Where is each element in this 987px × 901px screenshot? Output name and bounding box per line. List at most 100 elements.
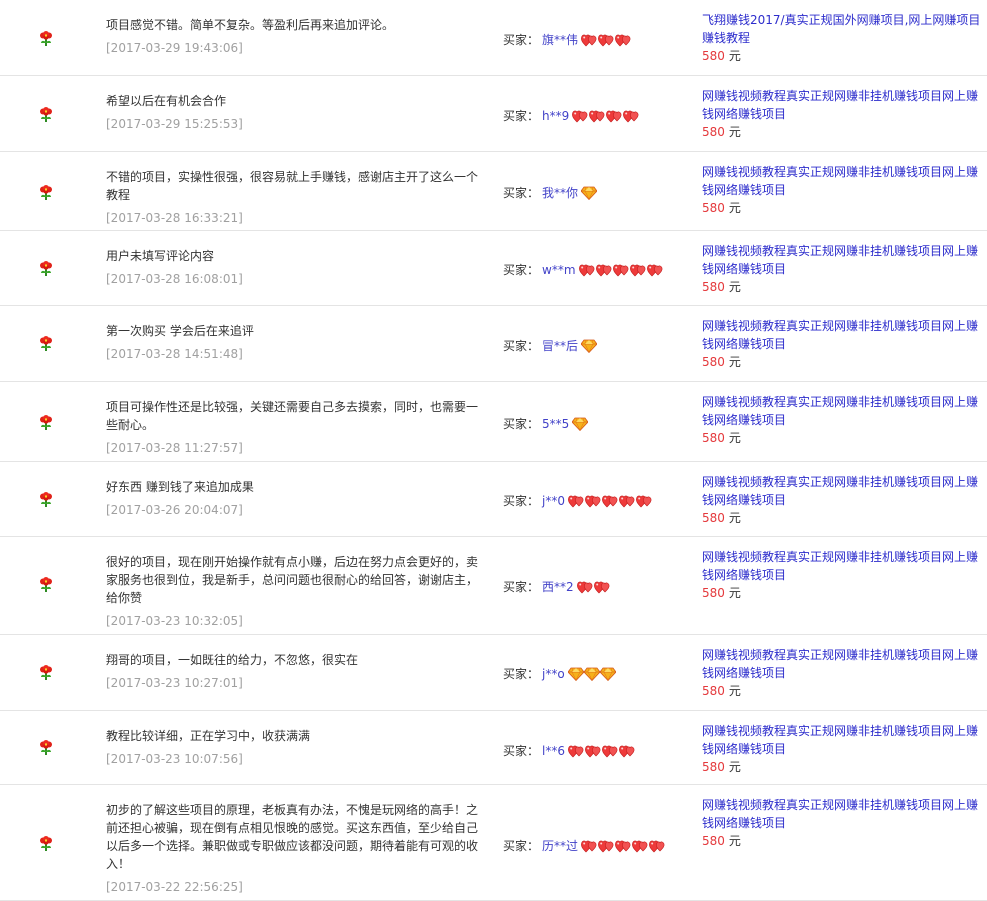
review-row: 初步的了解这些项目的原理，老板真有办法，不愧是玩网络的高手！之前还担心被骗，现在…: [0, 785, 987, 901]
purchased-item: 网赚钱视频教程真实正规网赚非挂机赚钱项目网上赚钱网络赚钱项目 580 元: [702, 242, 982, 296]
buyer-label: 买家：: [503, 494, 540, 508]
item-price: 580 元: [702, 353, 982, 371]
item-price: 580 元: [702, 584, 982, 602]
purchased-item: 网赚钱视频教程真实正规网赚非挂机赚钱项目网上赚钱网络赚钱项目 580 元: [702, 87, 982, 141]
review-date: [2017-03-28 16:08:01]: [106, 272, 243, 286]
price-value: 580: [702, 201, 725, 215]
review-date: [2017-03-29 19:43:06]: [106, 41, 243, 55]
item-title-link[interactable]: 网赚钱视频教程真实正规网赚非挂机赚钱项目网上赚钱网络赚钱项目: [702, 722, 982, 758]
review-comment: 项目可操作性还是比较强，关键还需要自己多去摸索，同时，也需要一些耐心。 [2017…: [106, 398, 486, 457]
red-heart-icon: [585, 495, 601, 507]
review-text: 初步的了解这些项目的原理，老板真有办法，不愧是玩网络的高手！之前还担心被骗，现在…: [106, 803, 479, 871]
item-price: 580 元: [702, 47, 982, 65]
review-text: 好东西 赚到钱了来追加成果: [106, 480, 254, 494]
red-heart-icon: [615, 840, 631, 852]
red-heart-icon: [593, 581, 610, 593]
price-value: 580: [702, 49, 725, 63]
buyer-info: 买家： w**m: [503, 261, 664, 278]
purchased-item: 网赚钱视频教程真实正规网赚非挂机赚钱项目网上赚钱网络赚钱项目 580 元: [702, 548, 982, 602]
item-title-link[interactable]: 网赚钱视频教程真实正规网赚非挂机赚钱项目网上赚钱网络赚钱项目: [702, 242, 982, 278]
review-row: 用户未填写评论内容 [2017-03-28 16:08:01] 买家： w**m 网赚钱…: [0, 231, 987, 306]
price-unit: 元: [728, 511, 741, 525]
red-heart-icon: [619, 495, 635, 507]
price-unit: 元: [728, 125, 741, 139]
red-heart-icon: [636, 495, 652, 507]
review-comment: 翔哥的项目，一如既往的给力，不忽悠，很实在 [2017-03-23 10:27:0…: [106, 651, 486, 692]
buyer-label: 买家：: [503, 744, 540, 758]
price-unit: 元: [728, 355, 741, 369]
buyer-label: 买家：: [503, 417, 540, 431]
item-price: 580 元: [702, 758, 982, 776]
item-title-link[interactable]: 网赚钱视频教程真实正规网赚非挂机赚钱项目网上赚钱网络赚钱项目: [702, 796, 982, 832]
buyer-name: j**o: [542, 666, 565, 681]
purchased-item: 网赚钱视频教程真实正规网赚非挂机赚钱项目网上赚钱网络赚钱项目 580 元: [702, 317, 982, 371]
purchased-item: 网赚钱视频教程真实正规网赚非挂机赚钱项目网上赚钱网络赚钱项目 580 元: [702, 796, 982, 850]
red-heart-icon: [629, 264, 645, 276]
review-row: 翔哥的项目，一如既往的给力，不忽悠，很实在 [2017-03-23 10:27:0…: [0, 635, 987, 711]
review-row: 不错的项目，实操性很强，很容易就上手赚钱，感谢店主开了这么一个教程 [2017-0…: [0, 152, 987, 231]
purchased-item: 飞翔赚钱2017/真实正规国外网赚项目,网上网赚项目赚钱教程 580 元: [702, 11, 982, 65]
flower-rating-icon: [38, 836, 54, 852]
review-date: [2017-03-23 10:07:56]: [106, 752, 243, 766]
buyer-info: 买家： 旗**伟: [503, 31, 632, 48]
buyer-name: l**6: [542, 743, 565, 758]
item-title-link[interactable]: 网赚钱视频教程真实正规网赚非挂机赚钱项目网上赚钱网络赚钱项目: [702, 87, 982, 123]
red-heart-icon: [615, 34, 631, 46]
review-text: 翔哥的项目，一如既往的给力，不忽悠，很实在: [106, 653, 359, 667]
buyer-name: h**9: [542, 108, 570, 123]
buyer-label: 买家：: [503, 839, 540, 853]
red-heart-icon: [619, 745, 635, 757]
diamond-icon: [567, 667, 584, 681]
item-price: 580 元: [702, 509, 982, 527]
diamond-icon: [599, 667, 616, 681]
review-row: 教程比较详细，正在学习中，收获满满 [2017-03-23 10:07:56] 买家…: [0, 711, 987, 785]
review-text: 教程比较详细，正在学习中，收获满满: [106, 729, 311, 743]
buyer-label: 买家：: [503, 109, 540, 123]
review-row: 希望以后在有机会合作 [2017-03-29 15:25:53] 买家： h**9 网赚…: [0, 76, 987, 152]
price-unit: 元: [728, 760, 741, 774]
red-heart-icon: [623, 110, 639, 122]
review-text: 第一次购买 学会后在来追评: [106, 324, 254, 338]
review-text: 不错的项目，实操性很强，很容易就上手赚钱，感谢店主开了这么一个教程: [106, 170, 479, 202]
buyer-level-badges: [572, 109, 640, 123]
buyer-info: 买家： 我**你: [503, 184, 598, 201]
item-title-link[interactable]: 网赚钱视频教程真实正规网赚非挂机赚钱项目网上赚钱网络赚钱项目: [702, 548, 982, 584]
buyer-info: 买家： 5**5: [503, 415, 589, 432]
review-text: 用户未填写评论内容: [106, 249, 215, 263]
buyer-level-badges: [568, 494, 653, 508]
red-heart-icon: [602, 495, 618, 507]
buyer-name: 旗**伟: [542, 33, 579, 47]
red-heart-icon: [649, 840, 665, 852]
flower-rating-icon: [38, 492, 54, 508]
item-price: 580 元: [702, 123, 982, 141]
item-title-link[interactable]: 飞翔赚钱2017/真实正规国外网赚项目,网上网赚项目赚钱教程: [702, 11, 982, 47]
red-heart-icon: [568, 745, 584, 757]
review-row: 项目感觉不错。简单不复杂。等盈利后再来追加评论。 [2017-03-29 19:4…: [0, 0, 987, 76]
red-heart-icon: [589, 110, 605, 122]
flower-rating-icon: [38, 336, 54, 352]
item-title-link[interactable]: 网赚钱视频教程真实正规网赚非挂机赚钱项目网上赚钱网络赚钱项目: [702, 317, 982, 353]
item-title-link[interactable]: 网赚钱视频教程真实正规网赚非挂机赚钱项目网上赚钱网络赚钱项目: [702, 393, 982, 429]
red-heart-icon: [602, 745, 618, 757]
review-comment: 第一次购买 学会后在来追评 [2017-03-28 14:51:48]: [106, 322, 486, 363]
buyer-name: 冒**后: [542, 339, 579, 353]
review-row: 第一次购买 学会后在来追评 [2017-03-28 14:51:48] 买家： 冒**…: [0, 306, 987, 382]
buyer-label: 买家：: [503, 33, 540, 47]
item-title-link[interactable]: 网赚钱视频教程真实正规网赚非挂机赚钱项目网上赚钱网络赚钱项目: [702, 473, 982, 509]
buyer-name: 历**过: [542, 839, 579, 853]
buyer-label: 买家：: [503, 263, 540, 277]
red-heart-icon: [598, 34, 614, 46]
review-list: 项目感觉不错。简单不复杂。等盈利后再来追加评论。 [2017-03-29 19:4…: [0, 0, 987, 901]
diamond-icon: [581, 186, 598, 200]
flower-rating-icon: [38, 740, 54, 756]
review-date: [2017-03-28 14:51:48]: [106, 347, 243, 361]
review-comment: 希望以后在有机会合作 [2017-03-29 15:25:53]: [106, 92, 486, 133]
flower-rating-icon: [38, 107, 54, 123]
item-title-link[interactable]: 网赚钱视频教程真实正规网赚非挂机赚钱项目网上赚钱网络赚钱项目: [702, 646, 982, 682]
red-heart-icon: [568, 495, 584, 507]
diamond-icon: [572, 417, 589, 431]
red-heart-icon: [646, 264, 662, 276]
item-title-link[interactable]: 网赚钱视频教程真实正规网赚非挂机赚钱项目网上赚钱网络赚钱项目: [702, 163, 982, 199]
review-date: [2017-03-28 16:33:21]: [106, 211, 243, 225]
price-value: 580: [702, 760, 725, 774]
